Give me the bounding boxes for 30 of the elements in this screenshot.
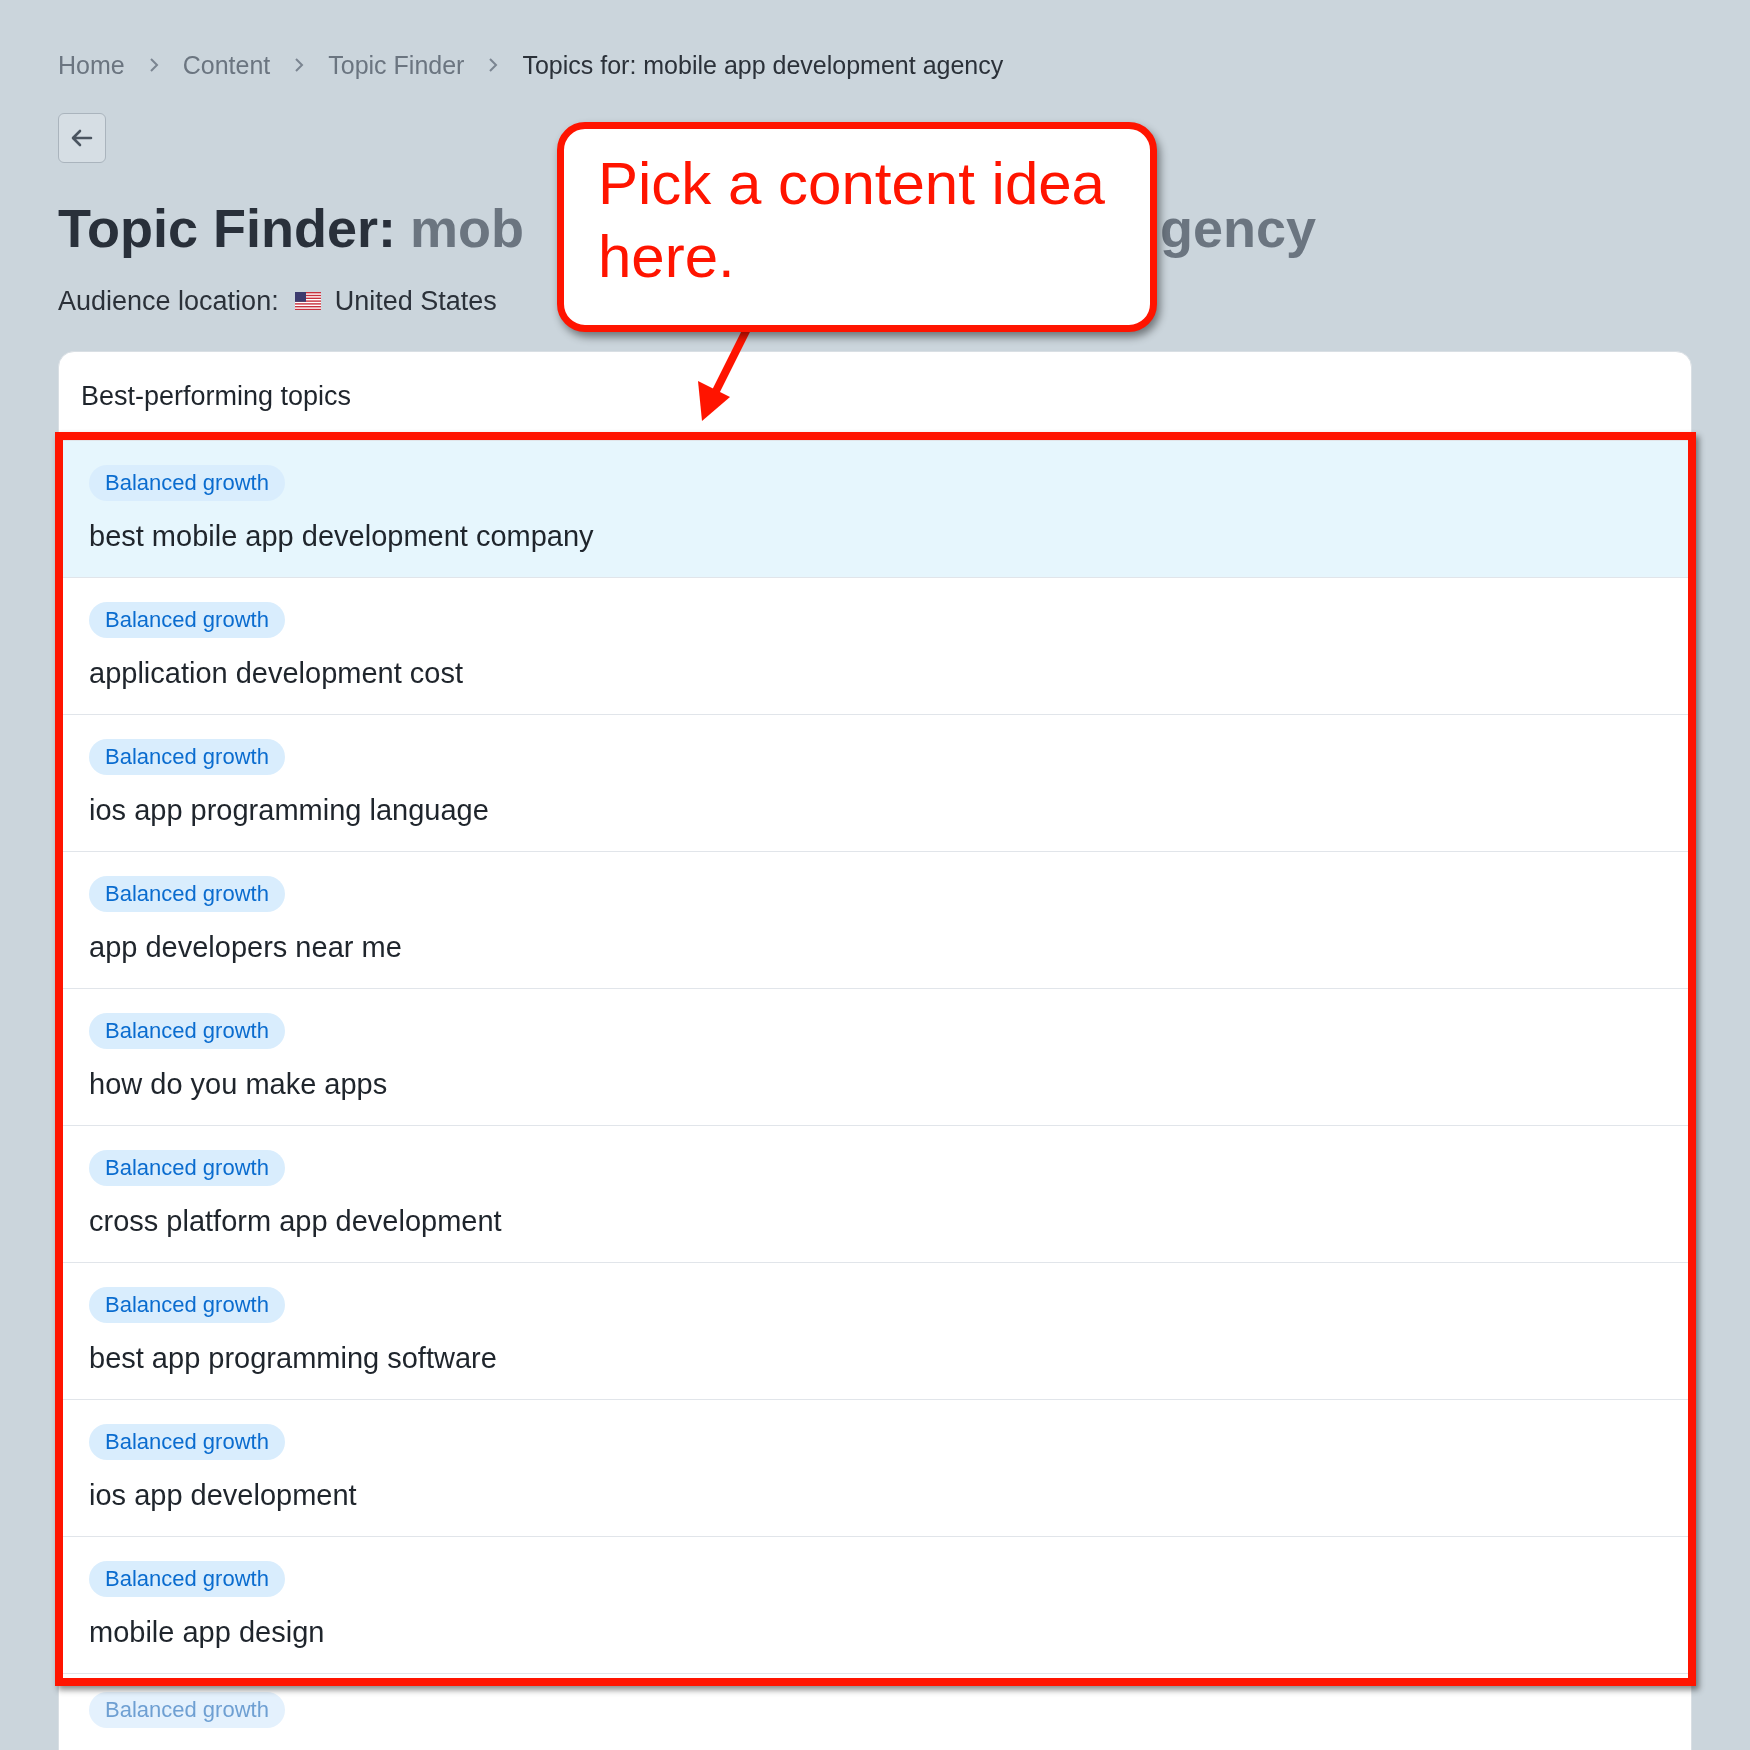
topic-title: best app programming software [89, 1341, 498, 1375]
card-heading: Best-performing topics [81, 379, 352, 413]
breadcrumb-current: Topics for: mobile app development agency [522, 50, 1004, 80]
callout-text: Pick a content idea here. [598, 149, 1106, 292]
topic-title: cross platform app development [89, 1204, 503, 1238]
arrow-left-icon [70, 128, 94, 148]
tag-badge: Balanced growth [89, 465, 285, 501]
title-subject: mob [410, 197, 524, 260]
tag-badge: Balanced growth [89, 1287, 285, 1323]
topic-title: mobile app design [89, 1615, 326, 1649]
tag-badge: Balanced growth [89, 1561, 285, 1597]
tag-badge: Balanced growth [89, 1013, 285, 1049]
title-subject: gency [1160, 197, 1317, 260]
page-title: Topic Finder: [58, 197, 396, 260]
tag-badge: Balanced growth [89, 1692, 285, 1728]
flag-icon [294, 292, 321, 310]
tag-badge: Balanced growth [89, 739, 285, 775]
topic-title: ios app development [89, 1478, 358, 1512]
audience-country: United States [334, 285, 497, 317]
tag-badge: Balanced growth [89, 1150, 285, 1186]
audience-label: Audience location: [58, 285, 279, 317]
topic-title: how do you make apps [89, 1067, 389, 1101]
topic-title: best mobile app development company [89, 519, 595, 553]
back-button[interactable] [58, 113, 106, 163]
topic-title: ios app programming language [89, 793, 490, 827]
tag-badge: Balanced growth [89, 1424, 285, 1460]
topic-title: application development cost [89, 656, 464, 690]
tag-badge: Balanced growth [89, 876, 285, 912]
tag-badge: Balanced growth [89, 602, 285, 638]
topic-title: app developers near me [89, 930, 403, 964]
